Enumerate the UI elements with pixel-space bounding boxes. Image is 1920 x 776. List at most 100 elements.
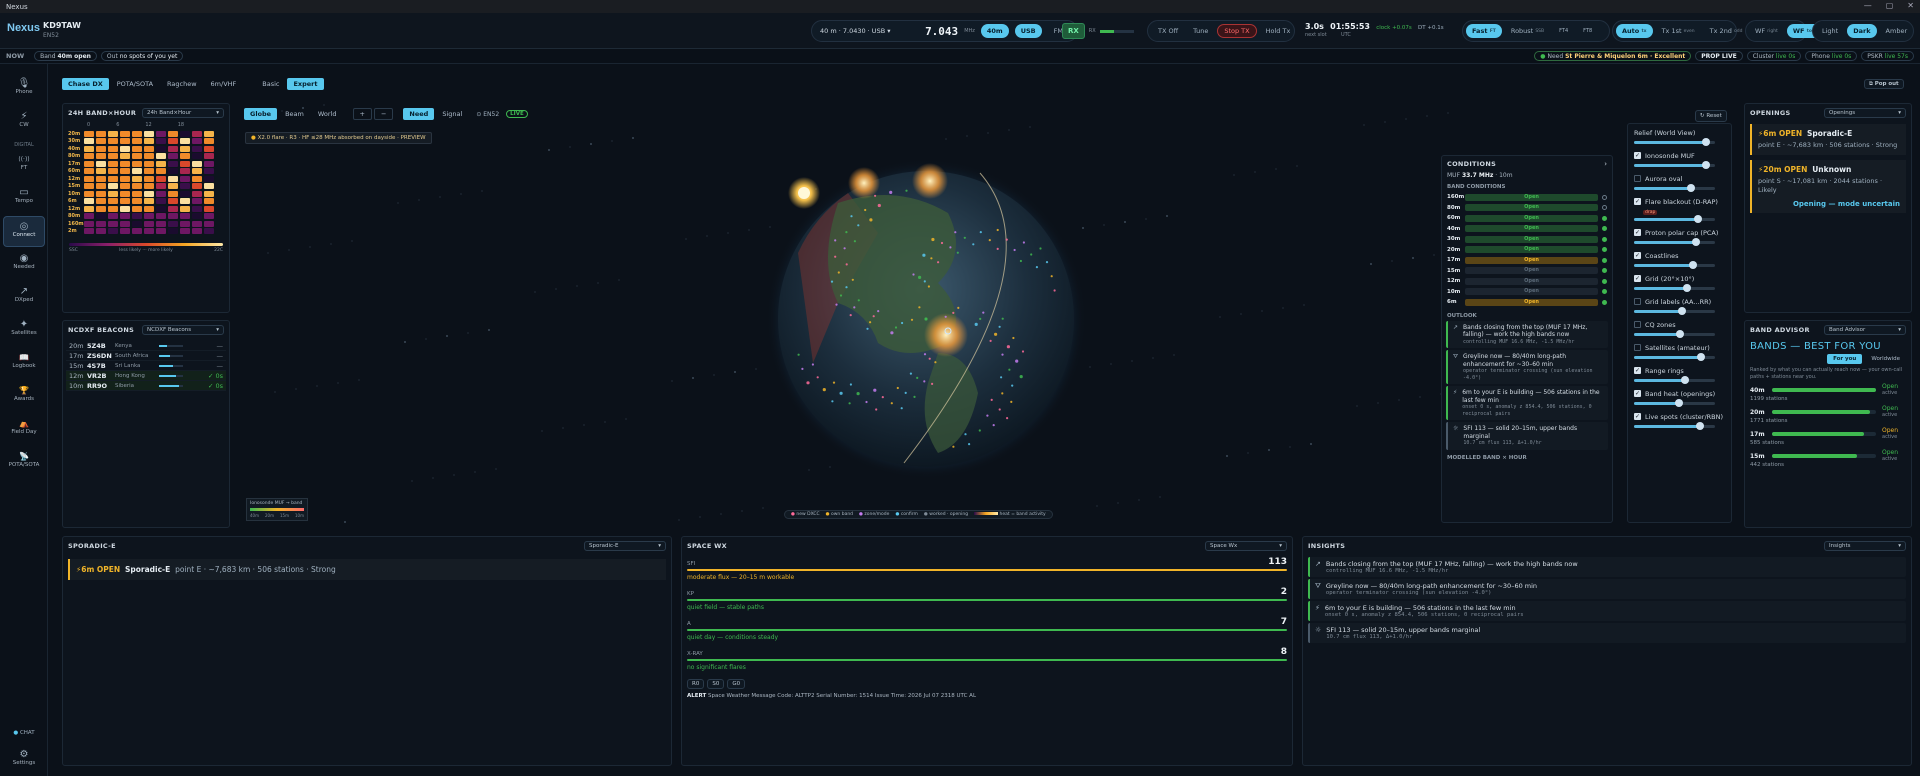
heatmap-cell[interactable]	[108, 130, 118, 137]
heatmap-cell[interactable]	[120, 145, 130, 152]
layer-toggle[interactable]: ✓ Ionosonde MUF	[1634, 150, 1725, 161]
heatmap-cell[interactable]	[204, 228, 214, 235]
heatmap-cell[interactable]	[180, 228, 190, 235]
spot-dot[interactable]	[904, 391, 907, 394]
heatmap-cell[interactable]	[156, 175, 166, 182]
heatmap-cell[interactable]	[144, 138, 154, 145]
sidebar-item-ft[interactable]: ((·)) FT	[3, 150, 45, 181]
heatmap-cell[interactable]	[84, 190, 94, 197]
theme-amber-button[interactable]: Amber	[1880, 24, 1914, 38]
heatmap-cell[interactable]	[180, 175, 190, 182]
spot-dot[interactable]	[979, 231, 982, 234]
heatmap-cell[interactable]	[168, 130, 178, 137]
spot-dot[interactable]	[869, 218, 873, 222]
beacon-row[interactable]: 12m VR2B Hong Kong ✓ 0s	[66, 371, 226, 381]
checkbox[interactable]: ✓	[1634, 275, 1641, 282]
spot-dot[interactable]	[988, 239, 991, 242]
spot-dot[interactable]	[875, 408, 878, 411]
spot-dot[interactable]	[930, 257, 933, 260]
spot-dot[interactable]	[901, 321, 904, 325]
phone-chip[interactable]: Phone live 0s	[1805, 51, 1858, 61]
spot-dot[interactable]	[1005, 238, 1008, 241]
pskr-chip[interactable]: PSKR live 57s	[1861, 51, 1914, 61]
heatmap-cell[interactable]	[144, 175, 154, 182]
spot-dot[interactable]	[956, 251, 959, 254]
heatmap-cell[interactable]	[108, 183, 118, 190]
heatmap-cell[interactable]	[108, 213, 118, 220]
sidebar-item-awards[interactable]: 🏆 Awards	[3, 381, 45, 412]
heatmap-cell[interactable]	[144, 160, 154, 167]
heatmap-cell[interactable]	[156, 138, 166, 145]
spot-dot[interactable]	[845, 263, 848, 266]
heatmap-cell[interactable]	[204, 138, 214, 145]
spot-dot[interactable]	[1039, 247, 1042, 250]
spot-dot[interactable]	[865, 400, 868, 404]
spot-dot[interactable]	[866, 327, 869, 330]
spot-dot[interactable]	[1011, 384, 1014, 387]
heatmap-cell[interactable]	[180, 138, 190, 145]
minimize-icon[interactable]: —	[1864, 1, 1872, 10]
spot-dot[interactable]	[1000, 376, 1003, 379]
cluster-chip[interactable]: Cluster live 0s	[1746, 51, 1802, 61]
heatmap-cell[interactable]	[180, 190, 190, 197]
heatmap-cell[interactable]	[156, 160, 166, 167]
stop-tx-button[interactable]: Stop TX	[1217, 24, 1257, 38]
heatmap-cell[interactable]	[156, 145, 166, 152]
heatmap-cell[interactable]	[120, 175, 130, 182]
spot-dot[interactable]	[923, 280, 926, 283]
spot-dot[interactable]	[928, 357, 931, 360]
spot-dot[interactable]	[1030, 253, 1033, 256]
heatmap-cell[interactable]	[120, 168, 130, 175]
layer-opacity-slider[interactable]	[1634, 353, 1715, 361]
close-icon[interactable]: ✕	[1907, 1, 1914, 10]
heatmap-cell[interactable]	[204, 145, 214, 152]
heatmap-cell[interactable]	[84, 205, 94, 212]
layer-opacity-slider[interactable]	[1634, 161, 1715, 169]
heatmap-cell[interactable]	[132, 168, 142, 175]
spot-dot[interactable]	[869, 321, 872, 324]
layer-opacity-slider[interactable]	[1634, 399, 1715, 407]
spot-dot[interactable]	[837, 271, 840, 274]
heatmap-cell[interactable]	[204, 198, 214, 205]
layer-opacity-slider[interactable]	[1634, 261, 1715, 269]
spot-dot[interactable]	[857, 299, 860, 302]
sidebar-item-field-day[interactable]: ⛺ Field Day	[3, 414, 45, 445]
band-condition-row[interactable]: 30m Open	[1447, 234, 1607, 245]
beacon-row[interactable]: 17m ZS6DN South Africa —	[66, 351, 226, 361]
sidebar-item-settings[interactable]: ⚙ Settings	[3, 745, 45, 776]
checkbox[interactable]	[1634, 298, 1641, 305]
checkbox[interactable]: ✓	[1634, 413, 1641, 420]
spot-dot[interactable]	[957, 306, 960, 309]
heatmap-cell[interactable]	[120, 213, 130, 220]
spot-dot[interactable]	[1019, 259, 1023, 263]
spot-dot[interactable]	[853, 240, 857, 243]
heatmap-cell[interactable]	[144, 228, 154, 235]
spot-dot[interactable]	[1013, 248, 1016, 252]
layer-toggle[interactable]: ✓ Range rings	[1634, 365, 1725, 376]
heatmap-cell[interactable]	[132, 145, 142, 152]
spot-dot[interactable]	[934, 361, 937, 364]
fast-mode-button[interactable]: Fast FT	[1466, 24, 1502, 38]
auto-tx-button[interactable]: Auto tx	[1616, 24, 1653, 38]
sporadic-e-select[interactable]: Sporadic-E ▾	[584, 541, 666, 551]
spot-dot[interactable]	[873, 388, 877, 392]
layer-toggle[interactable]: ✓ Proton polar cap (PCA)	[1634, 227, 1725, 238]
heatmap-cell[interactable]	[120, 190, 130, 197]
heatmap-cell[interactable]	[204, 220, 214, 227]
heatmap-cell[interactable]	[108, 190, 118, 197]
heatmap-cell[interactable]	[168, 160, 178, 167]
band-condition-row[interactable]: 60m Open	[1447, 213, 1607, 224]
heatmap-cell[interactable]	[180, 153, 190, 160]
hold-tx-button[interactable]: Hold Tx	[1260, 24, 1297, 38]
spot-dot[interactable]	[978, 429, 981, 432]
pop-out-button[interactable]: ⧉ Pop out	[1864, 79, 1904, 89]
checkbox[interactable]: ✓	[1634, 198, 1641, 205]
spot-dot[interactable]	[952, 445, 955, 448]
spot-dot[interactable]	[974, 322, 978, 326]
spot-dot[interactable]	[1045, 261, 1049, 264]
heatmap-cell[interactable]	[156, 190, 166, 197]
checkbox[interactable]	[1634, 321, 1641, 328]
heatmap-cell[interactable]	[144, 168, 154, 175]
spot-dot[interactable]	[923, 380, 926, 383]
heatmap-cell[interactable]	[168, 198, 178, 205]
